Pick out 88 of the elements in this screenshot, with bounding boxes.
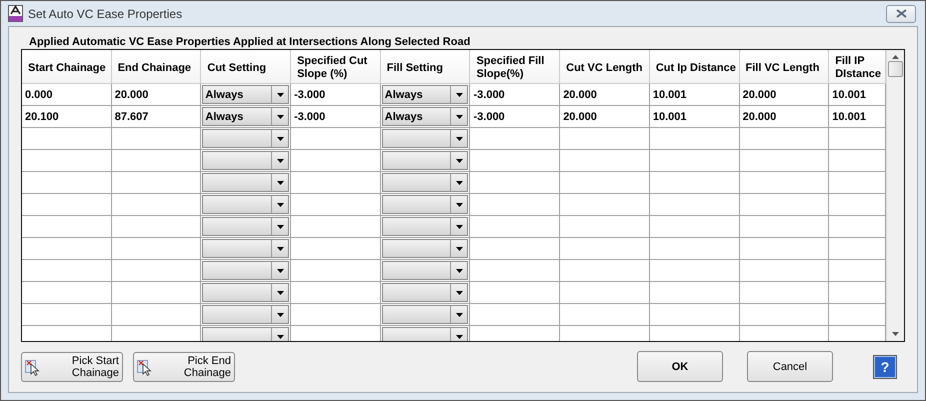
close-icon <box>896 9 906 18</box>
help-button[interactable]: ? <box>873 354 897 378</box>
dropdown[interactable]: Always <box>382 85 468 104</box>
table-cell: 10.001 <box>650 84 740 106</box>
close-button[interactable] <box>886 4 916 22</box>
caret-icon <box>276 92 284 96</box>
dropdown[interactable] <box>382 195 468 214</box>
column-header: Specified Fill Slope(%) <box>470 50 560 84</box>
dropdown[interactable] <box>382 173 468 192</box>
app-icon <box>8 5 23 22</box>
caret-icon <box>276 224 284 228</box>
table-cell: 20.000 <box>740 84 830 106</box>
caret-icon <box>456 92 463 96</box>
column-header: Cut Setting <box>201 50 292 84</box>
caret-icon <box>456 202 463 206</box>
caret-icon <box>456 246 463 250</box>
caret-icon <box>276 180 284 184</box>
caret-icon <box>456 158 463 162</box>
table-cell: 20.000 <box>112 84 202 106</box>
table-cell: 0.000 <box>22 84 112 106</box>
scroll-down-icon <box>892 332 900 336</box>
caret-icon <box>456 268 463 272</box>
dropdown[interactable] <box>202 327 290 341</box>
caret-icon <box>456 334 463 338</box>
caret-icon <box>276 136 284 140</box>
caret-icon <box>456 180 463 184</box>
cancel-button[interactable]: Cancel <box>747 351 833 382</box>
scrollbar[interactable] <box>886 50 904 341</box>
window-title: Set Auto VC Ease Properties <box>28 6 182 20</box>
table-cell: -3.000 <box>470 84 560 106</box>
cursor-icon <box>137 358 153 376</box>
caret-icon <box>456 312 463 316</box>
caret-icon <box>276 114 284 118</box>
dropdown[interactable] <box>382 283 468 302</box>
dropdown[interactable] <box>382 261 468 280</box>
caret-icon <box>276 312 284 316</box>
table-cell: 10.001 <box>650 106 740 128</box>
table-cell: 20.000 <box>560 106 650 128</box>
dropdown[interactable] <box>382 217 468 236</box>
caret-icon <box>276 334 284 338</box>
column-header: Fill IP DIstance <box>829 50 886 84</box>
table-cell: 20.100 <box>22 106 112 128</box>
caret-icon <box>456 224 463 228</box>
table-cell: -3.000 <box>291 84 381 106</box>
table-cell: -3.000 <box>291 106 381 128</box>
dropdown[interactable] <box>382 239 468 258</box>
caret-icon <box>276 290 284 294</box>
dropdown[interactable] <box>202 173 290 192</box>
dropdown[interactable] <box>202 261 290 280</box>
group-label: Applied Automatic VC Ease Properties Applied at Intersections Along Selected Road <box>28 35 472 49</box>
scroll-thumb[interactable] <box>888 61 904 77</box>
pick-button[interactable]: Pick Start Chainage <box>21 352 123 382</box>
dropdown[interactable] <box>202 305 290 324</box>
column-header: End Chainage <box>112 50 202 84</box>
column-header: Fill Setting <box>380 50 470 84</box>
dropdown[interactable] <box>382 305 468 324</box>
table-cell: -3.000 <box>470 106 560 128</box>
caret-icon <box>456 114 463 118</box>
dropdown[interactable]: Always <box>382 107 468 126</box>
column-header: Fill VC Length <box>740 50 830 84</box>
dropdown[interactable] <box>382 327 468 341</box>
cursor-icon <box>25 358 41 376</box>
scroll-up-icon <box>892 55 900 59</box>
table-cell: 87.607 <box>112 106 202 128</box>
dropdown[interactable] <box>202 195 290 214</box>
dropdown[interactable]: Always <box>202 85 290 104</box>
dropdown[interactable] <box>382 129 468 148</box>
dropdown[interactable] <box>202 239 290 258</box>
column-header: Specified Cut Slope (%) <box>291 50 381 84</box>
column-header: Cut Ip Distance <box>650 50 740 84</box>
caret-icon <box>456 290 463 294</box>
dropdown[interactable] <box>202 283 290 302</box>
dropdown[interactable] <box>202 217 290 236</box>
dropdown[interactable] <box>202 129 290 148</box>
caret-icon <box>456 136 463 140</box>
caret-icon <box>276 158 284 162</box>
caret-icon <box>276 268 284 272</box>
dropdown[interactable] <box>382 151 468 170</box>
caret-icon <box>276 246 284 250</box>
ok-button[interactable]: OK <box>637 351 723 382</box>
caret-icon <box>276 202 284 206</box>
table-cell: 20.000 <box>560 84 650 106</box>
table-cell: 20.000 <box>740 106 830 128</box>
column-header: Cut VC Length <box>560 50 650 84</box>
pick-button[interactable]: Pick End Chainage <box>133 352 235 382</box>
column-header: Start Chainage <box>22 50 112 84</box>
dropdown[interactable]: Always <box>202 107 290 126</box>
dropdown[interactable] <box>202 151 290 170</box>
